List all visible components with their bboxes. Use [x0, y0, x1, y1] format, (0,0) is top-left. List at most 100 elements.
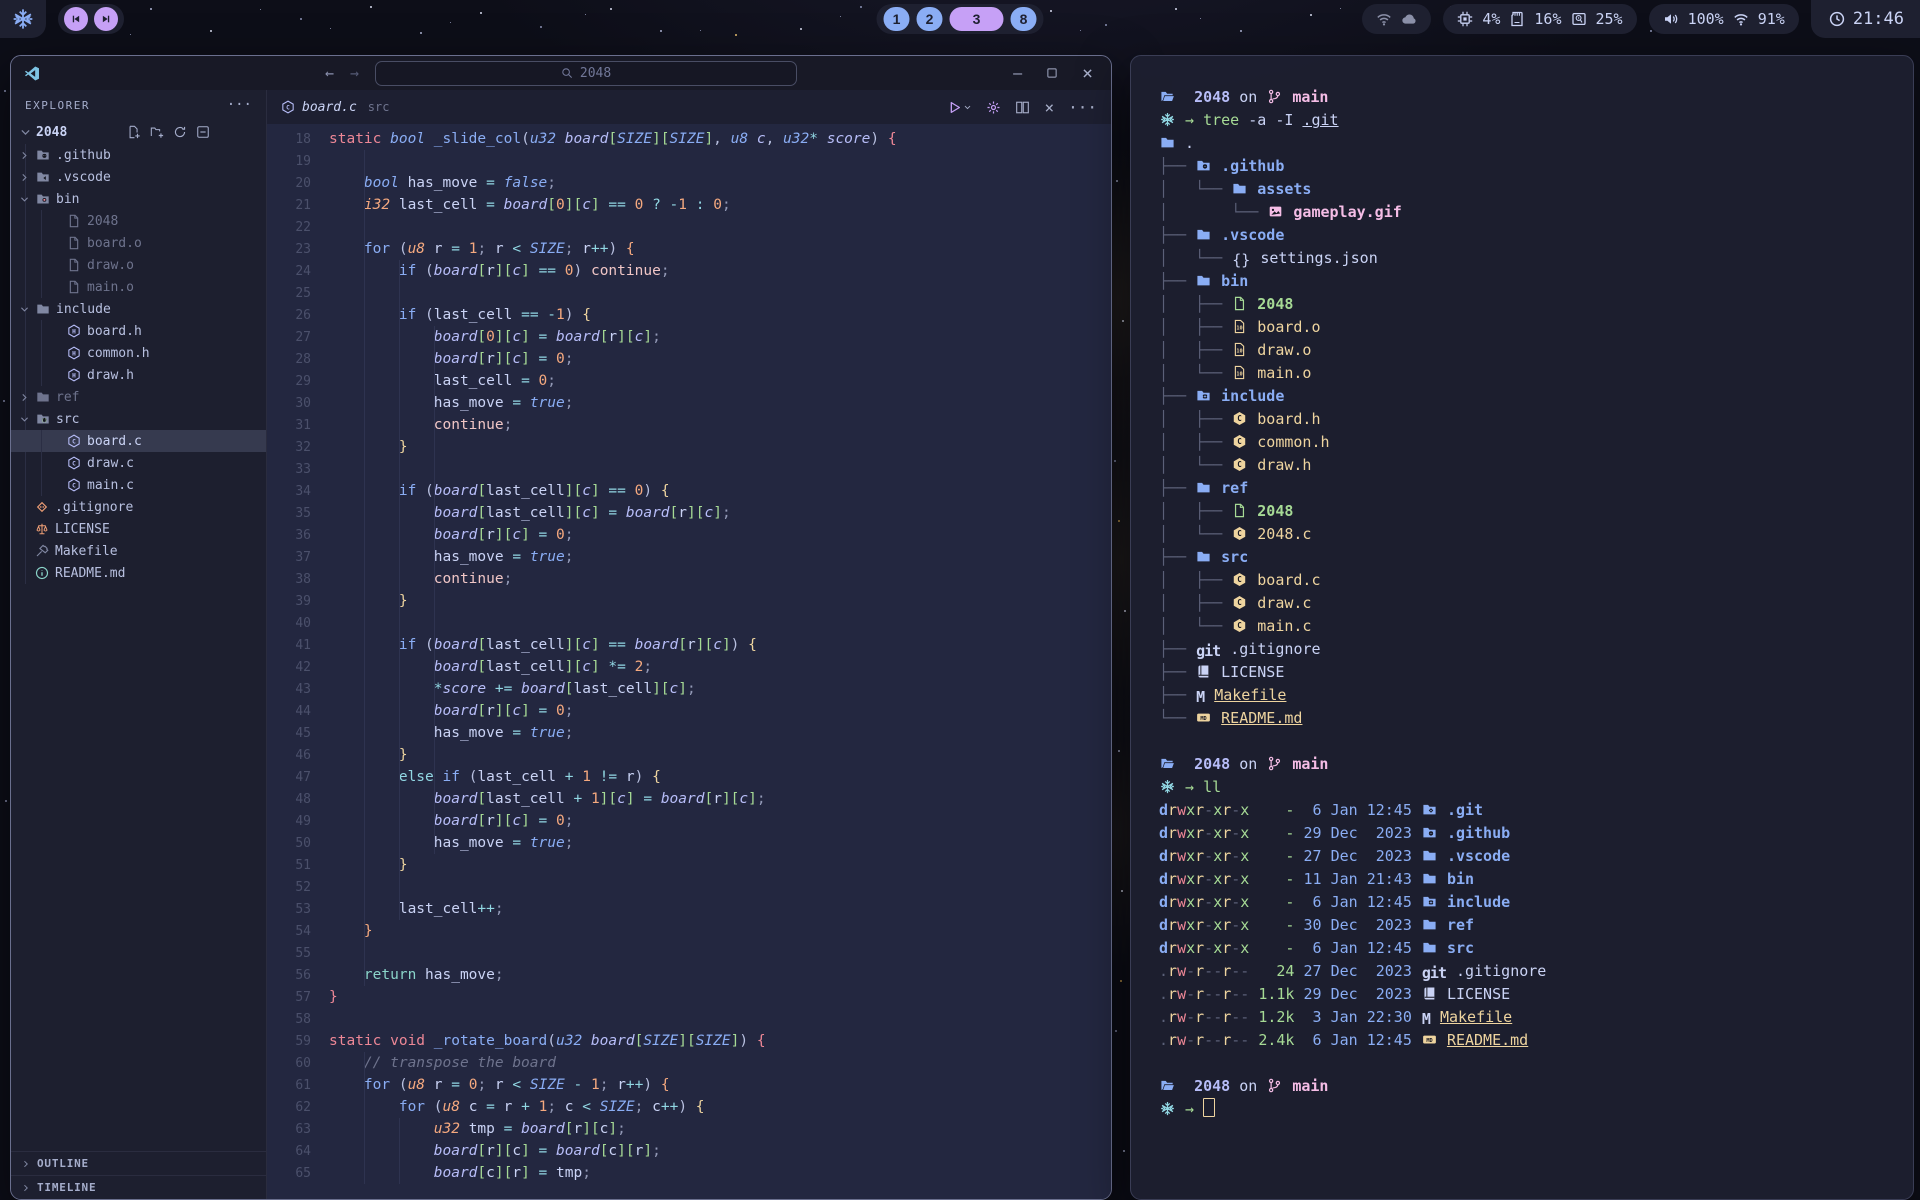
- terminal-window[interactable]: 2048 on main → tree -a -I .git .├── .git…: [1130, 55, 1914, 1200]
- clock-widget: 21:46: [1811, 0, 1920, 38]
- collapse-folders-button[interactable]: [196, 125, 210, 139]
- explorer-more-button[interactable]: ···: [227, 97, 252, 113]
- minimize-button[interactable]: –: [1013, 64, 1022, 82]
- media-prev-button[interactable]: [64, 7, 88, 31]
- outline-section[interactable]: OUTLINE: [11, 1151, 266, 1175]
- editor-tabbar: C board.c src × ···: [267, 90, 1111, 124]
- new-folder-button[interactable]: [150, 125, 164, 139]
- code-editor[interactable]: 18static bool _slide_col(u32 board[SIZE]…: [267, 124, 1111, 1199]
- chevron-right-icon: [21, 1159, 31, 1169]
- explorer-item-bin[interactable]: bin: [11, 188, 266, 210]
- terminal-cursor: [1203, 1098, 1215, 1117]
- workspace-2[interactable]: 2: [917, 7, 943, 31]
- terminal-line: 2048 on main: [1159, 86, 1913, 109]
- file-label: draw.c: [87, 456, 134, 471]
- terminal-line: [1159, 1052, 1913, 1075]
- explorer-item-.github[interactable]: .github: [11, 144, 266, 166]
- nav-back-button[interactable]: ←: [325, 64, 334, 82]
- run-file-button[interactable]: [947, 100, 972, 115]
- terminal-line: │ ├── 10 draw.o: [1159, 339, 1913, 362]
- explorer-item-ref[interactable]: ref: [11, 386, 266, 408]
- weather-widget[interactable]: [1362, 4, 1431, 34]
- code-line-19: 19: [267, 150, 1111, 172]
- code-line-40: 40: [267, 612, 1111, 634]
- hex-h-icon: H: [67, 368, 81, 382]
- timeline-section[interactable]: TIMELINE: [11, 1175, 266, 1199]
- outline-label: OUTLINE: [37, 1157, 89, 1170]
- vscode-titlebar[interactable]: ← → 2048 – ×: [11, 56, 1111, 90]
- explorer-item-main.c[interactable]: Cmain.c: [11, 474, 266, 496]
- explorer-item-main.o[interactable]: main.o: [11, 276, 266, 298]
- explorer-item-draw.c[interactable]: Cdraw.c: [11, 452, 266, 474]
- explorer-item-.vscode[interactable]: .vscode: [11, 166, 266, 188]
- split-editor-button[interactable]: [1015, 100, 1030, 115]
- folder-icon: [1196, 227, 1211, 242]
- command-search-box[interactable]: 2048: [375, 61, 797, 86]
- tab-title: board.c: [302, 100, 357, 115]
- explorer-item-2048[interactable]: 2048: [11, 210, 266, 232]
- terminal-line: drwxr-xr-x - 27 Dec 2023 .vscode: [1159, 845, 1913, 868]
- code-line-55: 55: [267, 942, 1111, 964]
- code-line-56: 56 return has_move;: [267, 964, 1111, 986]
- explorer-item-LICENSE[interactable]: LICENSE: [11, 518, 266, 540]
- terminal-line: .rw-r--r-- 1.2k 3 Jan 22:30 M Makefile: [1159, 1006, 1913, 1029]
- explorer-item-board.c[interactable]: Cboard.c: [11, 430, 266, 452]
- workspace-1[interactable]: 1: [884, 7, 910, 31]
- explorer-item-common.h[interactable]: Hcommon.h: [11, 342, 266, 364]
- explorer-item-include[interactable]: include: [11, 298, 266, 320]
- file-icon: [67, 214, 81, 228]
- explorer-root-folder[interactable]: 2048: [11, 120, 266, 144]
- explorer-item-board.h[interactable]: Hboard.h: [11, 320, 266, 342]
- code-line-24: 24 if (board[r][c] == 0) continue;: [267, 260, 1111, 282]
- maximize-button[interactable]: [1046, 67, 1058, 79]
- nixos-logo-icon: [12, 8, 34, 30]
- explorer-item-Makefile[interactable]: Makefile: [11, 540, 266, 562]
- chevron-down-icon: [963, 103, 972, 112]
- editor-more-button[interactable]: ···: [1068, 98, 1097, 117]
- folder-icon: [1422, 917, 1437, 932]
- chev-r-icon: [19, 172, 30, 183]
- code-line-36: 36 board[r][c] = 0;: [267, 524, 1111, 546]
- refresh-explorer-button[interactable]: [173, 125, 187, 139]
- nixos-logo-tile[interactable]: [0, 0, 46, 38]
- explorer-item-draw.h[interactable]: Hdraw.h: [11, 364, 266, 386]
- file-label: .gitignore: [55, 500, 133, 515]
- media-next-button[interactable]: [94, 7, 118, 31]
- close-editor-button[interactable]: ×: [1044, 98, 1054, 117]
- new-file-button[interactable]: [127, 125, 141, 139]
- hex-c-icon: C: [1232, 595, 1247, 610]
- explorer-item-src[interactable]: ()src: [11, 408, 266, 430]
- explorer-header: EXPLORER: [25, 99, 90, 112]
- file-label: board.h: [87, 324, 142, 339]
- workspace-8[interactable]: 8: [1011, 7, 1037, 31]
- terminal-line: ├── LICENSE: [1159, 661, 1913, 684]
- svg-text:10: 10: [1237, 372, 1243, 378]
- file-icon: [1232, 503, 1247, 518]
- tab-board-c[interactable]: C board.c src: [281, 100, 389, 115]
- svg-text:C: C: [1237, 460, 1242, 469]
- svg-text:MD: MD: [1426, 1038, 1432, 1044]
- workspace-switcher: 1238: [877, 4, 1044, 34]
- terminal-line: │ ├── C common.h: [1159, 431, 1913, 454]
- folder-icon: [1422, 848, 1437, 863]
- maximize-icon: [1046, 67, 1058, 79]
- explorer-item-.gitignore[interactable]: .gitignore: [11, 496, 266, 518]
- close-button[interactable]: ×: [1082, 63, 1093, 84]
- code-line-25: 25: [267, 282, 1111, 304]
- explorer-item-README.md[interactable]: README.md: [11, 562, 266, 584]
- skip-forward-icon: [100, 13, 112, 25]
- code-line-61: 61 for (u8 r = 0; r < SIZE - 1; r++) {: [267, 1074, 1111, 1096]
- git-word-icon: git: [1422, 966, 1446, 981]
- workspace-3[interactable]: 3: [950, 7, 1004, 31]
- nav-forward-button[interactable]: →: [350, 64, 359, 82]
- code-line-49: 49 board[r][c] = 0;: [267, 810, 1111, 832]
- settings-gear-button[interactable]: [986, 100, 1001, 115]
- terminal-line: │ └── assets: [1159, 178, 1913, 201]
- git-diamond-icon: [35, 500, 49, 514]
- media-controls: [58, 4, 124, 34]
- explorer-item-draw.o[interactable]: draw.o: [11, 254, 266, 276]
- terminal-line: ├── .github: [1159, 155, 1913, 178]
- terminal-line: │ ├── 2048: [1159, 293, 1913, 316]
- explorer-item-board.o[interactable]: board.o: [11, 232, 266, 254]
- hex-c-icon: C: [1232, 572, 1247, 587]
